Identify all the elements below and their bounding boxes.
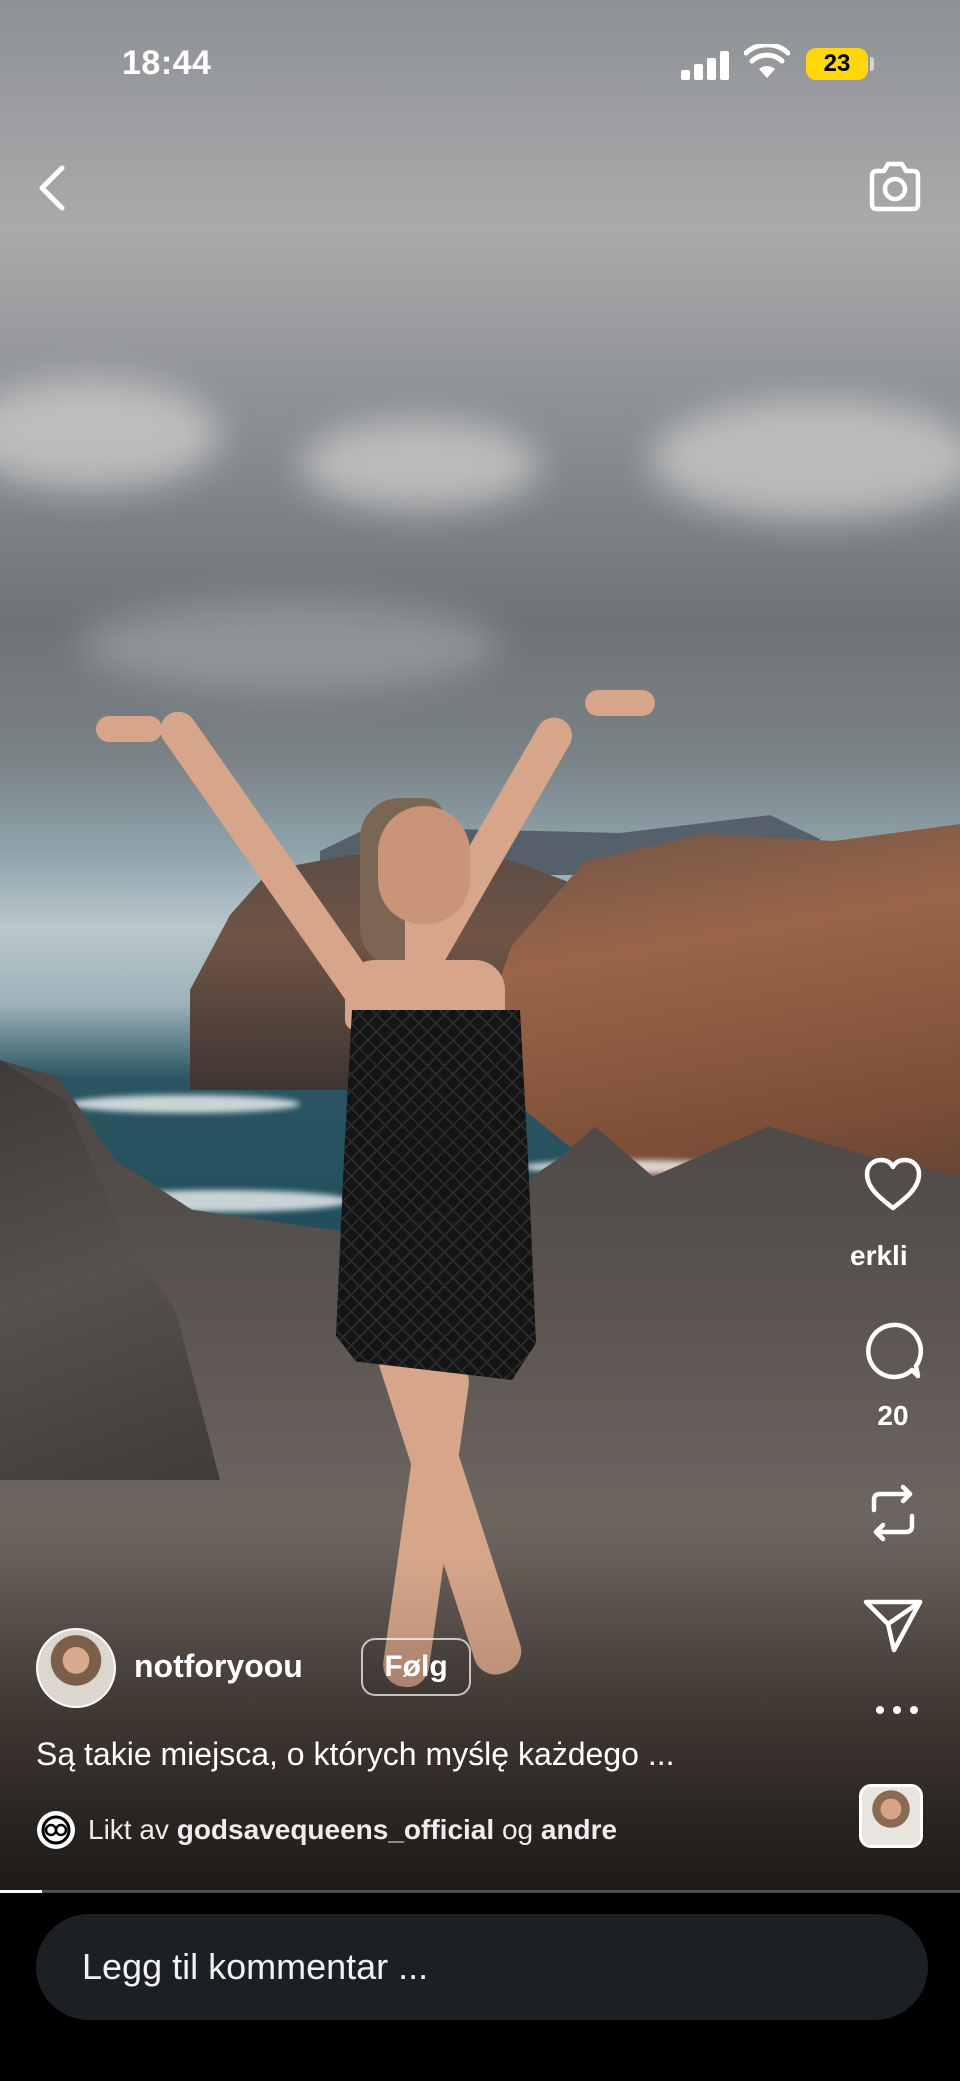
battery-cap xyxy=(870,57,874,71)
status-time: 18:44 xyxy=(122,44,212,82)
dancer-hand xyxy=(96,716,162,742)
more-options-icon[interactable] xyxy=(872,1700,922,1720)
battery-indicator: 23 xyxy=(806,48,868,80)
dress-lace-pattern xyxy=(336,1010,536,1380)
comment-placeholder: Legg til kommentar ... xyxy=(82,1946,429,1987)
post-caption[interactable]: Są takie miejsca, o których myślę każdeg… xyxy=(36,1736,836,1773)
liked-by-avatar-icon xyxy=(37,1811,75,1849)
comment-input[interactable]: Legg til kommentar ... xyxy=(36,1914,928,2020)
surf xyxy=(70,1095,300,1113)
dancer-head xyxy=(378,806,470,924)
comment-icon[interactable] xyxy=(860,1318,926,1384)
back-chevron-icon[interactable] xyxy=(30,160,74,216)
reel-video[interactable] xyxy=(0,0,960,1892)
send-icon[interactable] xyxy=(860,1592,926,1658)
author-username[interactable]: notforyoou xyxy=(134,1648,303,1685)
liked-others[interactable]: andre xyxy=(541,1814,617,1845)
like-heart-icon[interactable] xyxy=(860,1152,926,1218)
follow-button[interactable]: Følg xyxy=(361,1638,471,1696)
reel-screen: 18:44 23 erkli 20 notforyoou Følg Są tak… xyxy=(0,0,960,2081)
cloud xyxy=(650,400,960,520)
cloud xyxy=(0,380,220,490)
audio-thumbnail[interactable] xyxy=(859,1784,923,1848)
camera-icon[interactable] xyxy=(866,158,924,216)
cellular-signal-icon xyxy=(681,50,731,80)
comment-count: 20 xyxy=(877,1400,909,1431)
repost-icon[interactable] xyxy=(860,1480,926,1546)
liked-user[interactable]: godsavequeens_official xyxy=(177,1814,494,1845)
liked-prefix: Likt av xyxy=(88,1814,169,1845)
liked-by-row[interactable]: Likt av godsavequeens_official og andre xyxy=(36,1810,617,1850)
wifi-icon xyxy=(744,44,790,78)
dancer-hand xyxy=(585,690,655,716)
like-label: erkli xyxy=(850,1240,908,1271)
cloud xyxy=(300,420,540,510)
liked-joiner: og xyxy=(501,1814,534,1845)
author-avatar[interactable] xyxy=(36,1628,116,1708)
cloud xyxy=(80,600,500,690)
